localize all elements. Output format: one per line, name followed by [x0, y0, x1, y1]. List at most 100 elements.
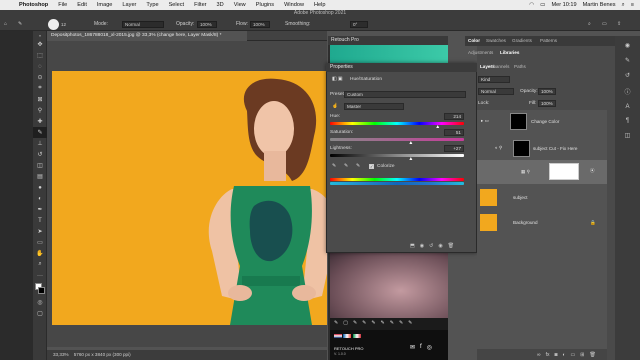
- tab-libraries[interactable]: Libraries: [500, 49, 519, 57]
- hand-tool-icon[interactable]: ✋: [33, 248, 47, 259]
- dodge-tool-icon[interactable]: ◐: [33, 193, 47, 204]
- visibility-icon[interactable]: ◉: [438, 243, 442, 249]
- blur-tool-icon[interactable]: ●: [33, 182, 47, 193]
- mode-select[interactable]: Normal: [122, 21, 164, 28]
- mail-icon[interactable]: ✉: [410, 344, 415, 351]
- eyedropper-icon[interactable]: ✎: [332, 164, 336, 169]
- action-2-icon[interactable]: ▢: [343, 320, 348, 326]
- panel-history-icon[interactable]: ↺: [625, 72, 630, 79]
- saturation-slider-track[interactable]: [330, 138, 464, 141]
- adjustment-icon[interactable]: ◐: [563, 352, 566, 358]
- flag-uk-icon[interactable]: [334, 334, 342, 338]
- fx-icon[interactable]: fx: [546, 352, 550, 358]
- opacity-field[interactable]: 100%: [197, 21, 217, 28]
- gradient-tool-icon[interactable]: ▤: [33, 171, 47, 182]
- channel-select[interactable]: Master: [344, 103, 404, 110]
- control-center-icon[interactable]: ≡: [631, 2, 634, 8]
- path-select-tool-icon[interactable]: ➤: [33, 226, 47, 237]
- panel-info-icon[interactable]: ⓘ: [624, 87, 630, 96]
- stamp-tool-icon[interactable]: ⊥: [33, 138, 47, 149]
- menu-type[interactable]: Type: [141, 2, 163, 8]
- panel-paragraph-icon[interactable]: ¶: [626, 118, 629, 124]
- lightness-slider-track[interactable]: [330, 154, 464, 157]
- layer-row-selected[interactable]: ▦ ⚲ ⦿: [477, 160, 607, 184]
- panel-type-icon[interactable]: A: [625, 104, 629, 110]
- tab-patterns[interactable]: Patterns: [540, 37, 557, 45]
- search-tool-icon[interactable]: ⌕: [588, 20, 591, 29]
- action-3-icon[interactable]: ✎: [353, 320, 357, 326]
- tab-channels[interactable]: Channels: [490, 63, 509, 71]
- menu-file[interactable]: File: [53, 2, 72, 8]
- type-tool-icon[interactable]: T: [33, 215, 47, 226]
- saturation-slider-thumb[interactable]: ▲: [408, 140, 413, 146]
- flag-fr-icon[interactable]: [343, 334, 352, 338]
- layer-row[interactable]: ◐ ⚲ subject Cut - Fix Here: [477, 137, 607, 161]
- workspace-icon[interactable]: ▭: [602, 20, 607, 29]
- tab-swatches[interactable]: Swatches: [486, 37, 506, 45]
- colorize-checkbox[interactable]: ✓: [369, 164, 374, 169]
- hue-slider-track[interactable]: [330, 122, 464, 125]
- view-previous-icon[interactable]: ◉: [420, 243, 424, 249]
- share-icon[interactable]: ⇪: [617, 20, 621, 29]
- tab-adjustments[interactable]: Adjustments: [468, 49, 493, 57]
- quick-select-tool-icon[interactable]: ⊙: [33, 72, 47, 83]
- panel-color-icon[interactable]: ◉: [625, 42, 630, 49]
- brush-tool-icon[interactable]: ✎: [18, 20, 22, 29]
- menu-edit[interactable]: Edit: [72, 2, 92, 8]
- search-icon[interactable]: ⌕: [622, 2, 625, 9]
- saturation-field[interactable]: 51: [444, 129, 464, 136]
- new-layer-icon[interactable]: ⊞: [580, 352, 584, 358]
- home-icon[interactable]: ⌂: [4, 20, 7, 29]
- move-tool-icon[interactable]: ✥: [33, 39, 47, 50]
- menu-plugins[interactable]: Plugins: [251, 2, 279, 8]
- menu-view[interactable]: View: [229, 2, 251, 8]
- menu-window[interactable]: Window: [279, 2, 309, 8]
- blend-mode-select[interactable]: Normal: [478, 88, 514, 95]
- color-swatches[interactable]: [33, 281, 47, 297]
- document-tab[interactable]: Depositphotos_186788018_xl-2015.jpg @ 33…: [47, 31, 247, 41]
- eyedropper-plus-icon[interactable]: ✎: [344, 164, 348, 169]
- mask-icon[interactable]: ◙: [554, 352, 557, 358]
- quick-mask-icon[interactable]: ◎: [33, 297, 47, 308]
- trash-icon[interactable]: 🗑: [589, 352, 595, 358]
- layer-options-icon[interactable]: ⦿: [590, 168, 595, 174]
- reset-icon[interactable]: ↺: [429, 243, 433, 249]
- layer-row[interactable]: ▸ ▭ Change Color: [477, 110, 607, 134]
- user-name[interactable]: Martin Benes: [583, 2, 616, 8]
- marquee-tool-icon[interactable]: ⬚: [33, 50, 47, 61]
- action-5-icon[interactable]: ✎: [371, 320, 375, 326]
- layer-row[interactable]: Background 🔒: [477, 211, 607, 235]
- action-1-icon[interactable]: ✎: [334, 320, 338, 326]
- more-tools-icon[interactable]: ···: [33, 270, 47, 281]
- shape-tool-icon[interactable]: ▭: [33, 237, 47, 248]
- lightness-slider-thumb[interactable]: ▲: [408, 156, 413, 162]
- photo[interactable]: [52, 71, 327, 325]
- facebook-icon[interactable]: f: [420, 344, 422, 351]
- clip-to-layer-icon[interactable]: ⬒: [410, 243, 415, 249]
- tab-gradients[interactable]: Gradients: [512, 37, 532, 45]
- layer-name[interactable]: Change Color: [531, 119, 559, 124]
- pen-tool-icon[interactable]: ✒: [33, 204, 47, 215]
- zoom-tool-icon[interactable]: ⌕: [33, 259, 47, 270]
- hand-target-icon[interactable]: ☝: [332, 104, 338, 109]
- folder-icon[interactable]: ▸ ▭: [481, 118, 489, 124]
- kind-filter[interactable]: Kind: [478, 76, 510, 83]
- menu-app[interactable]: Photoshop: [14, 2, 53, 8]
- group-icon[interactable]: ▭: [571, 352, 576, 358]
- menu-layer[interactable]: Layer: [117, 2, 141, 8]
- healing-tool-icon[interactable]: ✚: [33, 116, 47, 127]
- menu-select[interactable]: Select: [164, 2, 190, 8]
- lasso-tool-icon[interactable]: ◌: [33, 61, 47, 72]
- history-brush-tool-icon[interactable]: ↺: [33, 149, 47, 160]
- tab-color[interactable]: Color: [468, 37, 480, 45]
- action-7-icon[interactable]: ✎: [390, 320, 394, 326]
- action-9-icon[interactable]: ✎: [408, 320, 412, 326]
- flag-it-icon[interactable]: [352, 334, 361, 338]
- battery-icon[interactable]: ▭: [540, 2, 545, 8]
- eyedropper-tool-icon[interactable]: ⚲: [33, 105, 47, 116]
- eraser-tool-icon[interactable]: ◫: [33, 160, 47, 171]
- menu-image[interactable]: Image: [92, 2, 118, 8]
- fill-field[interactable]: 100%: [538, 100, 556, 107]
- wifi-icon[interactable]: ◠: [529, 2, 534, 8]
- layer-opacity-field[interactable]: 100%: [538, 88, 556, 95]
